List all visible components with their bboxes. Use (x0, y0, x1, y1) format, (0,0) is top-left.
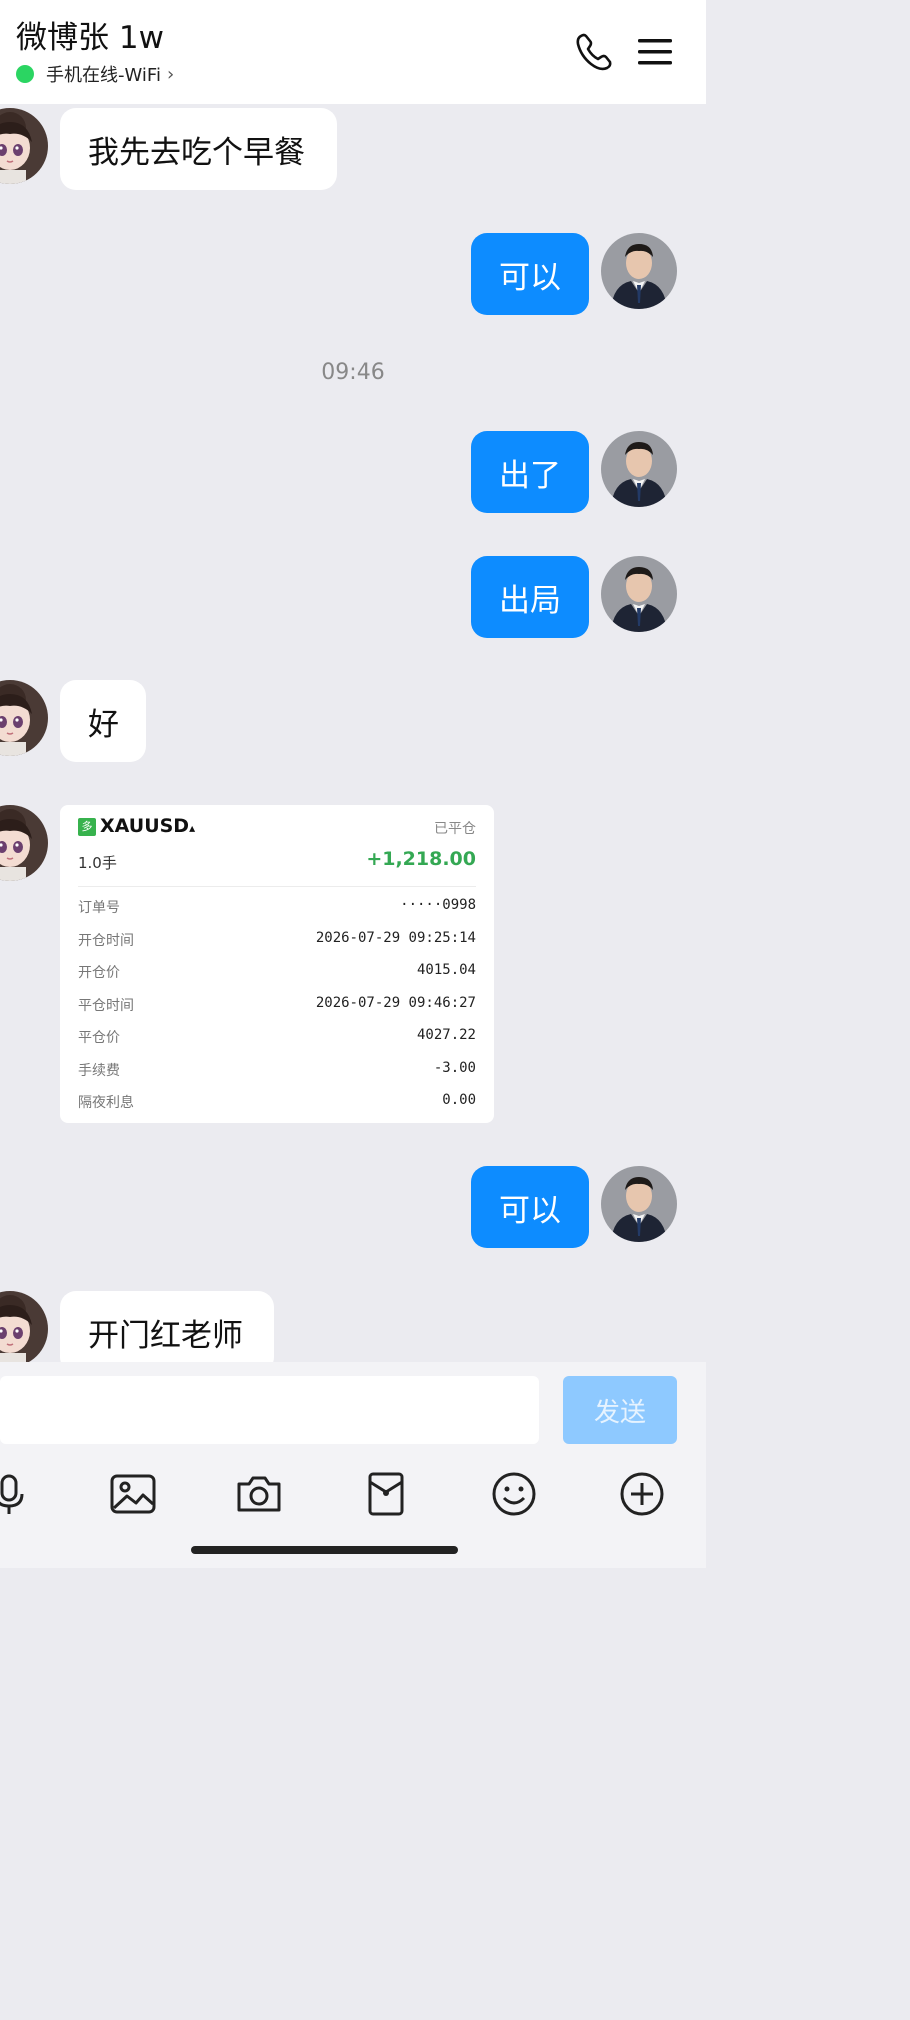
plus-icon[interactable] (618, 1470, 666, 1518)
trade-detail-row: 开仓时间 2026-07-29 09:25:14 (78, 930, 476, 950)
chevron-right-icon: › (166, 63, 175, 85)
trade-card[interactable]: 多 XAUUSD▴ 已平仓 1.0手 +1,218.00 订单号 ·····099… (60, 805, 494, 1123)
my-avatar[interactable] (601, 556, 677, 632)
trade-detail-label: 平仓时间 (78, 997, 134, 1014)
message-bubble-outgoing[interactable]: 出局 (471, 556, 589, 638)
trade-lots: 1.0手 (78, 854, 117, 872)
red-packet-icon[interactable] (362, 1470, 410, 1518)
send-button[interactable]: 发送 (563, 1376, 677, 1444)
online-status[interactable]: 手机在线-WiFi › (16, 62, 174, 86)
chat-area[interactable]: 我先去吃个早餐 可以 09:46 出了 出局 好 多 XAUUSD▴ 已平仓 1… (0, 104, 706, 1362)
online-dot-icon (16, 65, 34, 83)
home-indicator[interactable] (191, 1546, 458, 1554)
message-text: 出局 (499, 582, 561, 619)
trade-detail-label: 隔夜利息 (78, 1095, 134, 1111)
trade-detail-row: 开仓价 4015.04 (78, 962, 476, 982)
contact-avatar[interactable] (0, 680, 48, 756)
trade-detail-label: 平仓价 (78, 1030, 120, 1046)
long-badge: 多 (78, 818, 96, 836)
my-avatar[interactable] (601, 233, 677, 309)
message-text: 出了 (499, 457, 561, 494)
message-bubble-incoming[interactable]: 开门红老师 (60, 1291, 274, 1362)
my-avatar[interactable] (601, 431, 677, 507)
trade-detail-label: 开仓时间 (78, 932, 134, 949)
message-text: 可以 (499, 259, 561, 296)
trade-detail-value: -3.00 (433, 1059, 476, 1076)
message-text: 可以 (499, 1192, 561, 1229)
trade-detail-row: 订单号 ·····0998 (78, 897, 476, 917)
caret-up-icon: ▴ (189, 821, 196, 835)
trade-detail-value: ·····0998 (400, 897, 476, 913)
message-bubble-incoming[interactable]: 我先去吃个早餐 (60, 108, 337, 190)
message-timestamp: 09:46 (321, 360, 385, 385)
menu-icon[interactable] (634, 30, 678, 74)
trade-detail-row: 手续费 -3.00 (78, 1060, 476, 1080)
card-divider (78, 886, 476, 887)
status-text: 手机在线-WiFi (46, 65, 161, 86)
trade-symbol: XAUUSD▴ (100, 815, 196, 837)
trade-profit: +1,218.00 (366, 848, 476, 870)
trade-detail-label: 订单号 (78, 900, 120, 916)
message-bubble-outgoing[interactable]: 可以 (471, 233, 589, 315)
image-icon[interactable] (109, 1470, 157, 1518)
chat-header: 微博张 1w 手机在线-WiFi › (0, 0, 706, 104)
mic-icon[interactable] (0, 1470, 34, 1518)
my-avatar[interactable] (601, 1166, 677, 1242)
trade-detail-label: 手续费 (78, 1062, 120, 1079)
trade-detail-row: 平仓时间 2026-07-29 09:46:27 (78, 995, 476, 1015)
message-text: 开门红老师 (88, 1317, 243, 1354)
camera-icon[interactable] (235, 1470, 283, 1518)
trade-detail-label: 开仓价 (78, 965, 120, 981)
trade-detail-value: 2026-07-29 09:46:27 (315, 994, 476, 1011)
contact-avatar[interactable] (0, 1291, 48, 1362)
contact-avatar[interactable] (0, 108, 48, 184)
message-bubble-outgoing[interactable]: 可以 (471, 1166, 589, 1248)
message-input[interactable] (0, 1376, 539, 1444)
trade-detail-row: 隔夜利息 0.00 (78, 1092, 476, 1112)
trade-detail-value: 2026-07-29 09:25:14 (315, 929, 476, 946)
contact-avatar[interactable] (0, 805, 48, 881)
trade-status: 已平仓 (434, 821, 476, 837)
message-text: 我先去吃个早餐 (88, 134, 305, 171)
phone-icon[interactable] (572, 30, 616, 74)
trade-detail-row: 平仓价 4027.22 (78, 1027, 476, 1047)
trade-detail-value: 0.00 (442, 1092, 476, 1108)
input-bar: 发送 (0, 1362, 706, 1568)
trade-detail-value: 4015.04 (416, 962, 476, 978)
trade-detail-value: 4027.22 (416, 1027, 476, 1043)
message-bubble-outgoing[interactable]: 出了 (471, 431, 589, 513)
emoji-icon[interactable] (490, 1470, 538, 1518)
contact-name[interactable]: 微博张 1w (16, 18, 164, 58)
message-text: 好 (88, 706, 119, 743)
message-bubble-incoming[interactable]: 好 (60, 680, 146, 762)
